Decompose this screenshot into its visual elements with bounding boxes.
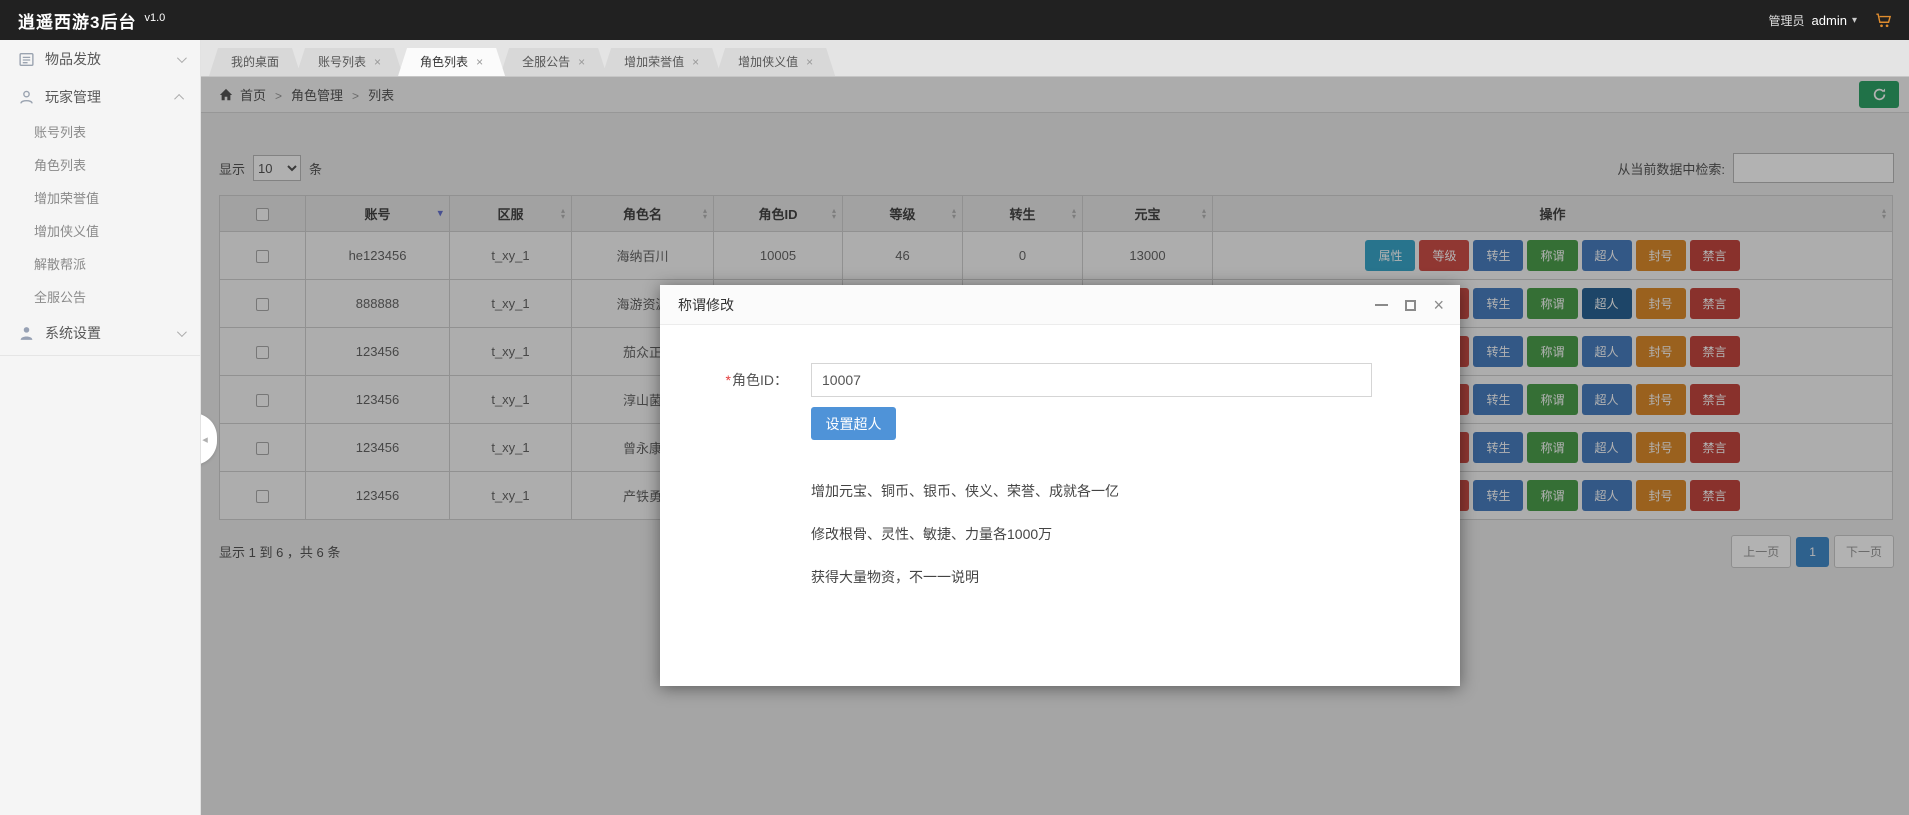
topbar: 逍遥西游3后台 v1.0 管理员 admin ▾ (0, 0, 1909, 40)
dialog-window-controls: × (1375, 285, 1444, 325)
close-icon[interactable]: × (1433, 296, 1444, 314)
chevron-down-icon[interactable]: ▾ (1852, 15, 1857, 26)
sidebar-item-account-list[interactable]: 账号列表 (0, 116, 200, 149)
admin-role-label: 管理员 (1769, 12, 1805, 29)
sidebar-item-server-notice[interactable]: 全服公告 (0, 281, 200, 314)
app-window: 逍遥西游3后台 v1.0 管理员 admin ▾ 物品发放玩家管理账号列表角色列… (0, 0, 1909, 815)
cart-icon[interactable] (1874, 11, 1893, 30)
tab-desktop[interactable]: 我的桌面 (209, 48, 301, 76)
collapse-arrow-icon: ◂ (202, 433, 208, 446)
sidebar-group-system[interactable]: 系统设置 (0, 314, 200, 352)
tab-server-notice[interactable]: 全服公告× (500, 48, 607, 76)
role-id-label: *角色ID： (708, 363, 788, 397)
tab-role-list[interactable]: 角色列表× (398, 48, 505, 76)
players-icon (18, 89, 35, 106)
tab-account-list[interactable]: 账号列表× (296, 48, 403, 76)
sidebar: 物品发放玩家管理账号列表角色列表增加荣誉值增加侠义值解散帮派全服公告系统设置 (0, 40, 201, 815)
sidebar-item-role-list[interactable]: 角色列表 (0, 149, 200, 182)
sidebar-divider (0, 355, 200, 356)
tab-close-icon[interactable]: × (806, 55, 813, 69)
set-superman-button[interactable]: 设置超人 (811, 407, 896, 440)
tab-close-icon[interactable]: × (374, 55, 381, 69)
sidebar-group-goods[interactable]: 物品发放 (0, 40, 200, 78)
sidebar-item-add-chivalry[interactable]: 增加侠义值 (0, 215, 200, 248)
admin-username[interactable]: admin (1812, 13, 1847, 28)
sidebar-nav: 物品发放玩家管理账号列表角色列表增加荣誉值增加侠义值解散帮派全服公告系统设置 (0, 40, 200, 356)
minimize-icon[interactable] (1375, 304, 1388, 306)
sidebar-item-disband-guild[interactable]: 解散帮派 (0, 248, 200, 281)
system-icon (18, 325, 35, 342)
chevron-down-icon (177, 53, 187, 63)
tab-strip: 我的桌面账号列表×角色列表×全服公告×增加荣誉值×增加侠义值× (209, 48, 830, 76)
tabbar: 我的桌面账号列表×角色列表×全服公告×增加荣誉值×增加侠义值× (201, 40, 1909, 77)
app-title: 逍遥西游3后台 (18, 8, 136, 33)
tab-close-icon[interactable]: × (578, 55, 585, 69)
goods-icon (18, 51, 35, 68)
dialog-note-2: 获得大量物资，不一一说明 (811, 567, 1119, 587)
dialog-title: 称谓修改 (660, 285, 1460, 325)
role-id-label-text: 角色ID： (732, 372, 788, 388)
tab-add-chivalry[interactable]: 增加侠义值× (716, 48, 835, 76)
tab-add-honor[interactable]: 增加荣誉值× (602, 48, 721, 76)
chevron-down-icon (177, 327, 187, 337)
dialog-note-0: 增加元宝、铜币、银币、侠义、荣誉、成就各一亿 (811, 481, 1119, 501)
tab-close-icon[interactable]: × (692, 55, 699, 69)
topbar-right: 管理员 admin ▾ (1769, 0, 1893, 40)
dialog-notes: 增加元宝、铜币、银币、侠义、荣誉、成就各一亿修改根骨、灵性、敏捷、力量各1000… (811, 481, 1119, 610)
sidebar-group-label: 玩家管理 (45, 87, 177, 107)
maximize-icon[interactable] (1405, 300, 1416, 311)
required-mark: * (726, 372, 731, 388)
tab-close-icon[interactable]: × (476, 55, 483, 69)
role-id-input[interactable] (811, 363, 1372, 397)
app-version: v1.0 (144, 12, 165, 24)
sidebar-group-players[interactable]: 玩家管理 (0, 78, 200, 116)
dialog-note-1: 修改根骨、灵性、敏捷、力量各1000万 (811, 524, 1119, 544)
title-edit-dialog: 称谓修改 × *角色ID： 设置超人 增加元宝、铜币、银币、侠义、荣誉、成就各一… (660, 285, 1460, 686)
sidebar-item-add-honor[interactable]: 增加荣誉值 (0, 182, 200, 215)
sidebar-group-label: 系统设置 (45, 323, 177, 343)
brand: 逍遥西游3后台 v1.0 (18, 0, 165, 40)
sidebar-group-label: 物品发放 (45, 49, 177, 69)
